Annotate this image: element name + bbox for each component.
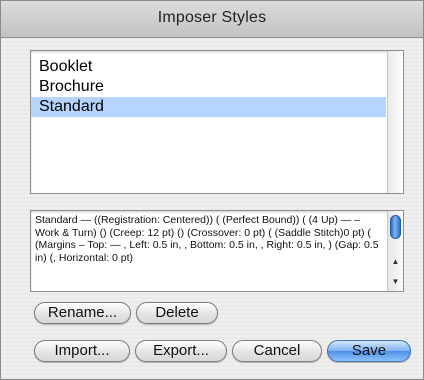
list-item-label: Brochure bbox=[39, 78, 104, 95]
scroll-down-arrow-icon[interactable]: ▼ bbox=[391, 278, 400, 286]
rename-button[interactable]: Rename... bbox=[34, 302, 131, 324]
list-item-standard[interactable]: Standard bbox=[31, 97, 386, 117]
scroll-thumb[interactable] bbox=[390, 215, 401, 239]
style-description-text: Standard — ((Registration: Centered)) ( … bbox=[35, 214, 379, 264]
export-button[interactable]: Export... bbox=[135, 340, 227, 362]
styles-list-scrollbar[interactable] bbox=[387, 51, 403, 193]
save-button[interactable]: Save bbox=[327, 340, 411, 362]
import-button[interactable]: Import... bbox=[34, 340, 130, 362]
style-description-box[interactable]: Standard — ((Registration: Centered)) ( … bbox=[30, 210, 404, 292]
list-item-label: Standard bbox=[39, 98, 104, 115]
delete-button[interactable]: Delete bbox=[136, 302, 218, 324]
description-scrollbar[interactable]: ▲ ▼ bbox=[387, 211, 403, 291]
title-bar[interactable]: Imposer Styles bbox=[1, 1, 423, 38]
styles-list[interactable]: Booklet Brochure Standard bbox=[30, 50, 404, 194]
window-title: Imposer Styles bbox=[157, 9, 267, 26]
imposer-styles-dialog: Imposer Styles Booklet Brochure Standard… bbox=[0, 0, 424, 380]
scroll-up-arrow-icon[interactable]: ▲ bbox=[391, 258, 400, 266]
list-item-label: Booklet bbox=[39, 58, 93, 75]
list-item-brochure[interactable]: Brochure bbox=[31, 77, 386, 97]
cancel-button[interactable]: Cancel bbox=[232, 340, 322, 362]
list-item-booklet[interactable]: Booklet bbox=[31, 57, 386, 77]
